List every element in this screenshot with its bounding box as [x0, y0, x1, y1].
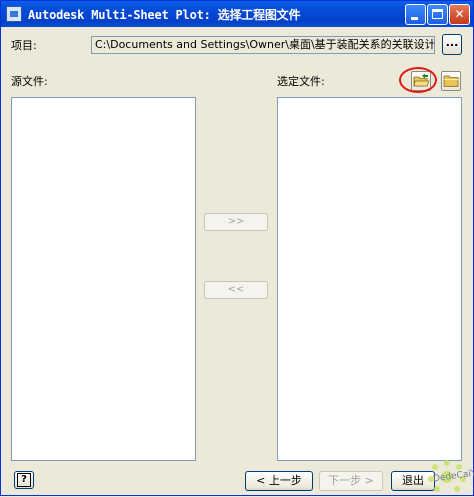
window-title: Autodesk Multi-Sheet Plot: 选择工程图文件: [28, 8, 301, 22]
maximize-icon: [432, 9, 443, 19]
remove-files-button[interactable]: <<: [204, 281, 268, 299]
source-files-list[interactable]: [11, 97, 196, 461]
help-button[interactable]: ?: [14, 471, 34, 489]
title-bar[interactable]: Autodesk Multi-Sheet Plot: 选择工程图文件 ✕: [1, 1, 473, 27]
project-path-field[interactable]: C:\Documents and Settings\Owner\桌面\基于装配关…: [91, 36, 435, 54]
app-icon: [6, 6, 22, 22]
new-folder-button[interactable]: [441, 71, 461, 91]
next-button[interactable]: 下一步 >: [319, 471, 383, 491]
project-label: 项目:: [11, 39, 37, 52]
folder-icon: [443, 75, 459, 87]
close-button[interactable]: ✕: [449, 4, 470, 25]
selected-files-list[interactable]: [277, 97, 462, 461]
maximize-button[interactable]: [427, 4, 448, 25]
minimize-button[interactable]: [405, 4, 426, 25]
minimize-icon: [411, 17, 418, 20]
previous-button[interactable]: < 上一步: [245, 471, 313, 491]
selected-files-label: 选定文件:: [277, 75, 325, 88]
browse-project-button[interactable]: ...: [442, 34, 462, 55]
add-files-button[interactable]: >>: [204, 213, 268, 231]
multi-sheet-plot-dialog: Autodesk Multi-Sheet Plot: 选择工程图文件 ✕ 项目:…: [0, 0, 474, 496]
highlight-annotation: [399, 67, 437, 93]
source-files-label: 源文件:: [11, 75, 48, 88]
close-icon: ✕: [454, 7, 465, 21]
help-icon: ?: [17, 473, 31, 487]
